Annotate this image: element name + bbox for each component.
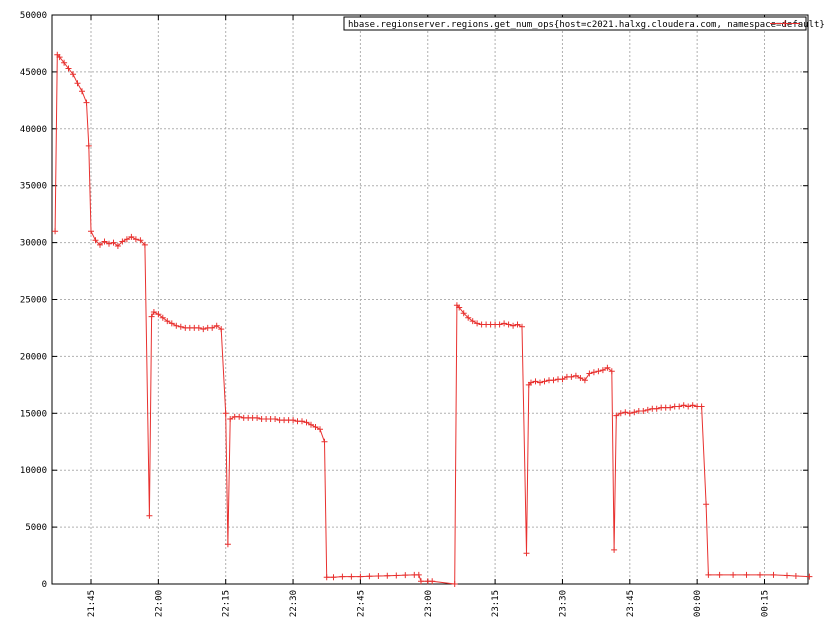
y-tick-label: 15000 (20, 409, 47, 419)
legend: hbase.regionserver.regions.get_num_ops{h… (343, 16, 825, 31)
y-tick-label: 5000 (25, 523, 47, 533)
plot-background (0, 0, 840, 626)
x-tick-label: 00:00 (693, 590, 703, 617)
y-tick-label: 10000 (20, 466, 47, 476)
y-tick-label: 40000 (20, 125, 47, 135)
x-tick-label: 23:00 (424, 590, 434, 617)
y-tick-label: 35000 (20, 182, 47, 192)
y-tick-label: 30000 (20, 239, 47, 249)
x-tick-label: 22:00 (154, 590, 164, 617)
y-tick-label: 25000 (20, 296, 47, 306)
x-tick-label: 22:15 (222, 590, 232, 617)
line-chart: 0 5000 10000 15000 20000 25000 30000 35000 40000… (0, 0, 840, 626)
x-tick-label: 00:15 (761, 590, 771, 617)
x-tick-label: 21:45 (87, 590, 97, 617)
x-tick-label: 22:30 (289, 590, 299, 617)
x-tick-label: 23:45 (626, 590, 636, 617)
y-tick-label: 20000 (20, 352, 47, 362)
y-tick-label: 50000 (20, 11, 47, 21)
x-tick-label: 23:30 (558, 590, 568, 617)
legend-entry-label: hbase.regionserver.regions.get_num_ops{h… (348, 20, 825, 30)
y-tick-label: 0 (42, 580, 47, 590)
x-tick-label: 22:45 (356, 590, 366, 617)
x-tick-label: 23:15 (491, 590, 501, 617)
y-tick-label: 45000 (20, 68, 47, 78)
